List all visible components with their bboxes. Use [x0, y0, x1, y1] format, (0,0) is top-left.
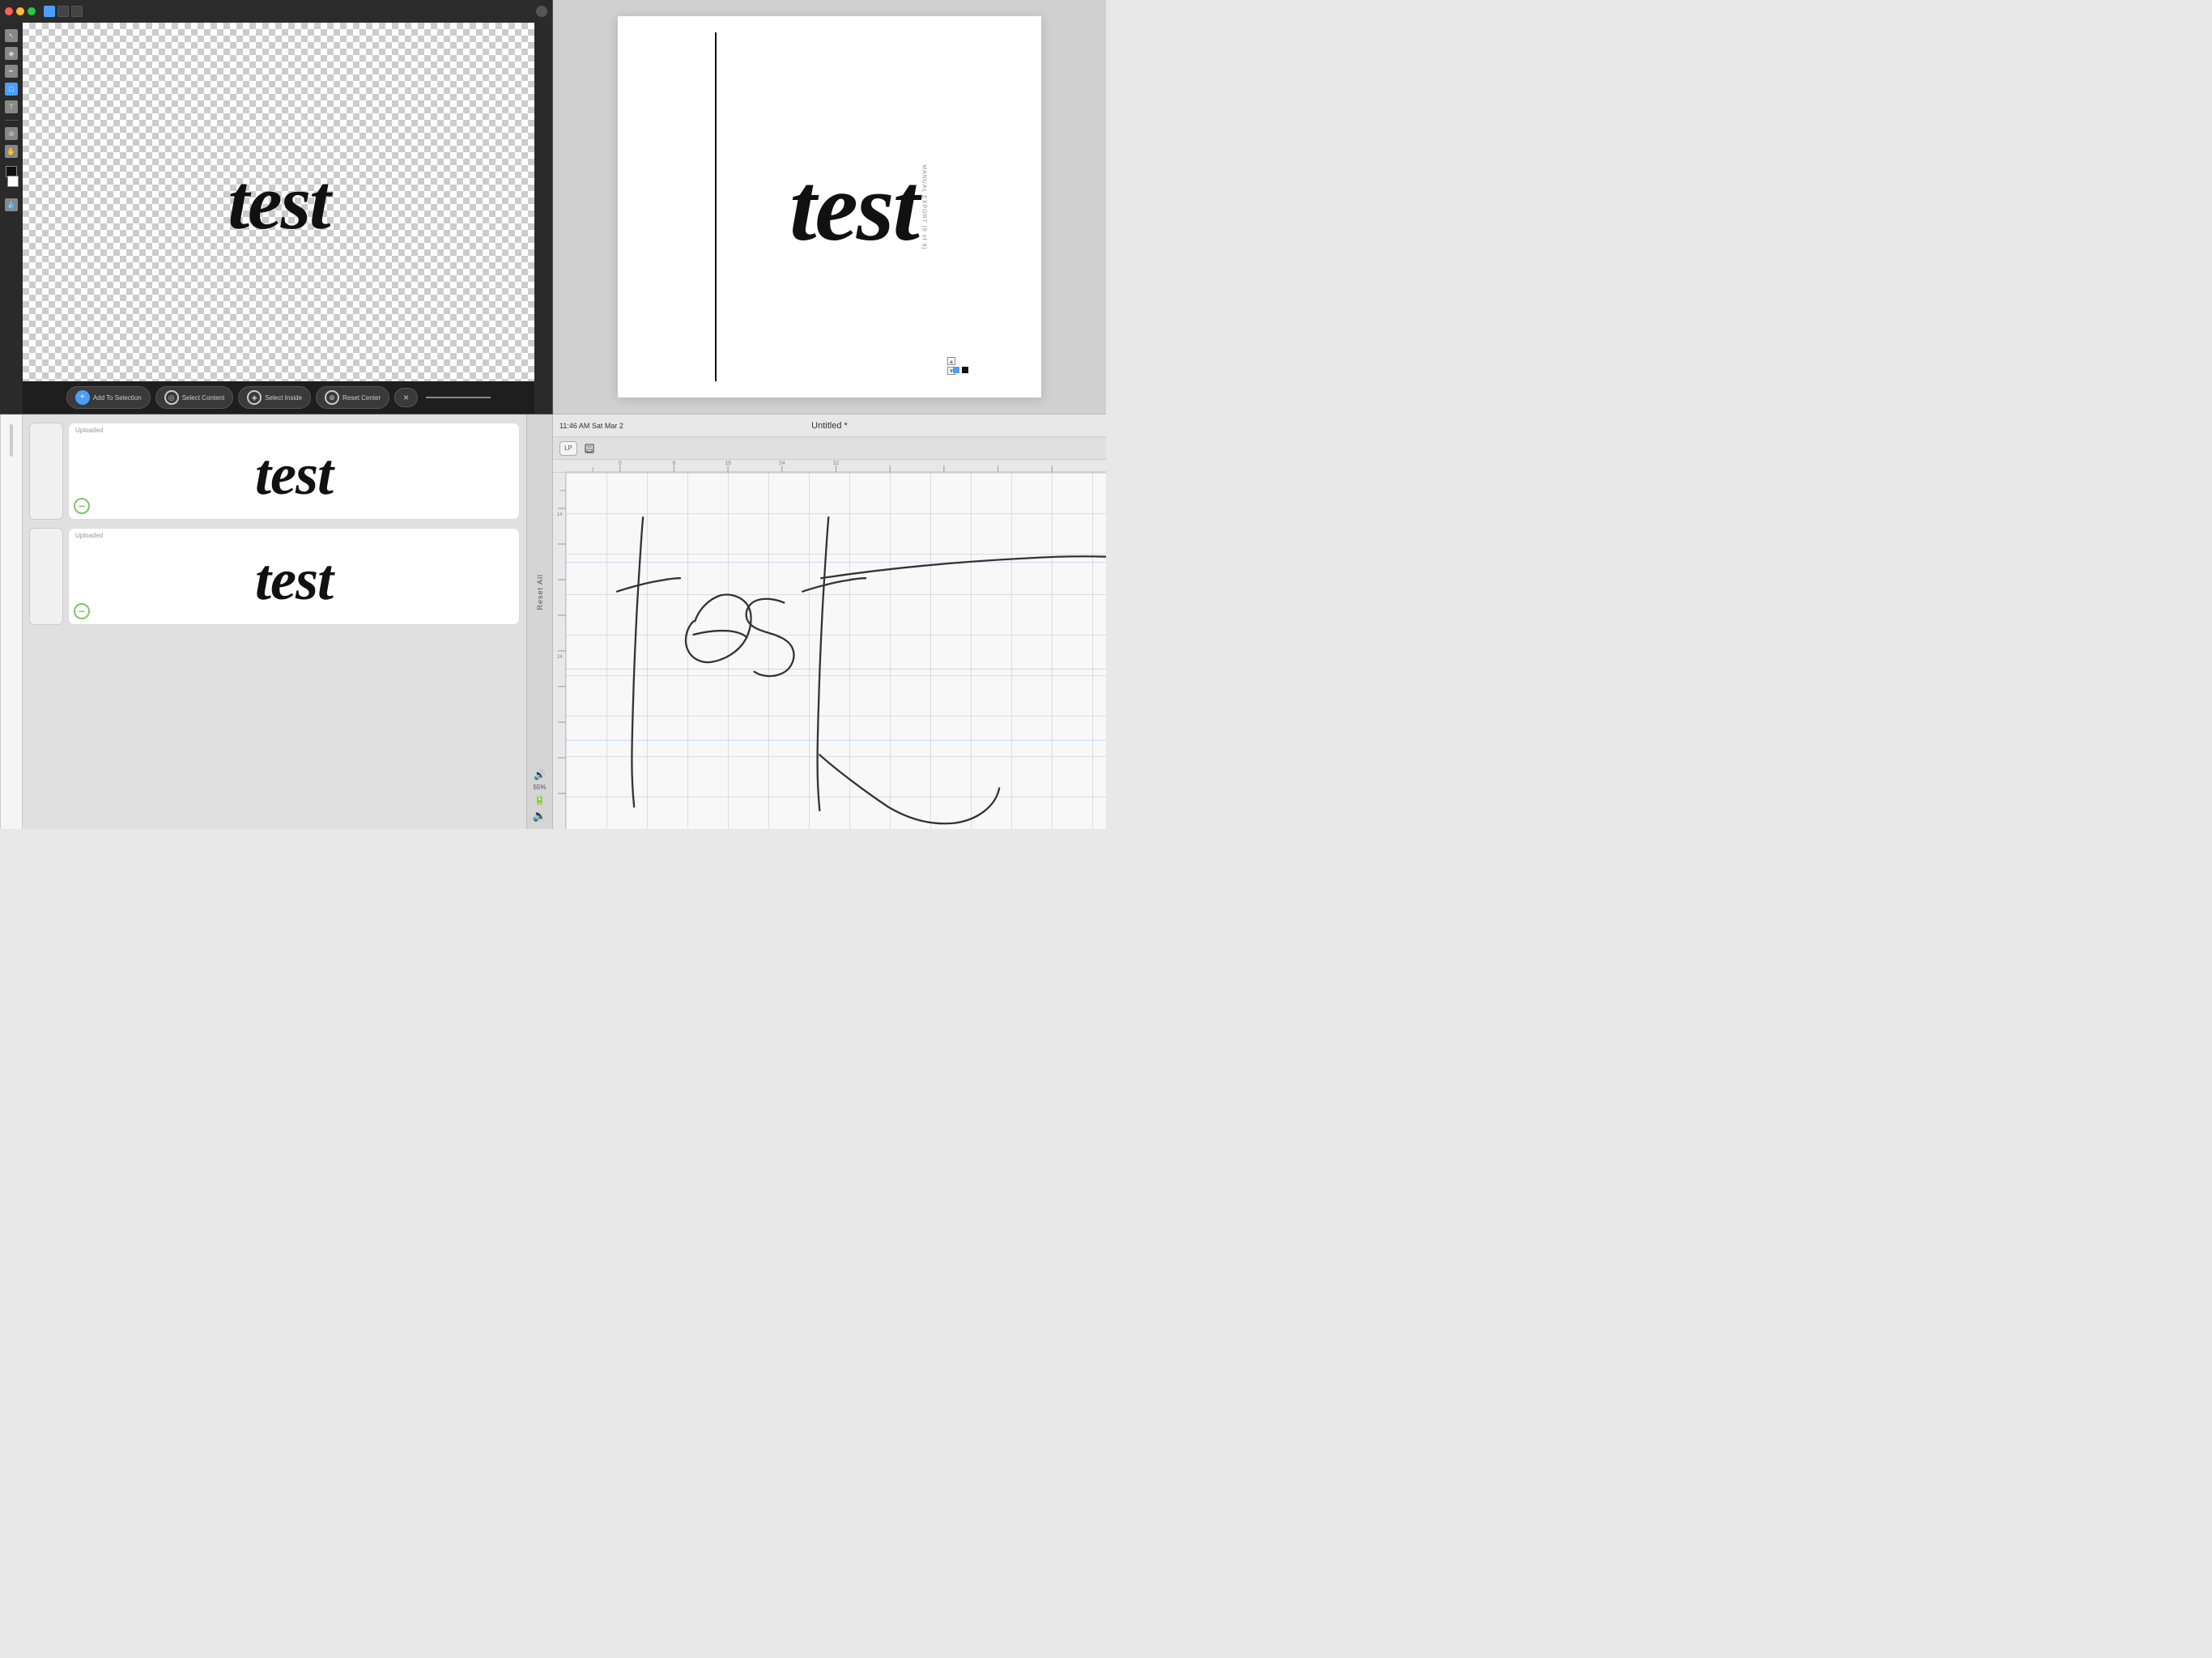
save-icon [584, 443, 595, 454]
side-ruler-svg: 14 24 [553, 473, 566, 829]
select-content-label: Select Content [182, 394, 224, 402]
q1-top-toolbar [0, 0, 552, 23]
export-page: test MANUAL EXPORT (6 of 9) ▲ ▼ [618, 16, 1041, 397]
canvas-text: test [228, 157, 329, 247]
scroll-indicator [10, 424, 13, 457]
remove-glyph-btn-1[interactable]: − [74, 498, 90, 514]
select-content-btn[interactable]: ◎ Select Content [155, 386, 233, 409]
eyedropper-tool-icon[interactable]: 💧 [5, 198, 18, 211]
q4-top-ruler: 0 8 16 24 32 [553, 460, 1106, 473]
svg-text:14: 14 [557, 512, 563, 517]
export-mode-icon[interactable] [71, 6, 83, 17]
ruler-marks-svg: 0 8 16 24 32 [566, 460, 1106, 472]
speaker-icon: 🔊 [534, 769, 546, 780]
glyph-side-1 [29, 423, 63, 520]
select-content-icon: ◎ [164, 390, 179, 405]
export-preview-panel: test MANUAL EXPORT (6 of 9) ▲ ▼ [553, 0, 1106, 414]
toolbar-divider [5, 120, 18, 121]
font-editor-panel: 11:46 AM Sat Mar 2 Untitled * LP 0 8 [553, 414, 1106, 829]
view-mode-icon[interactable] [44, 6, 55, 17]
glyph-text-2: test [255, 551, 333, 609]
export-text: test [789, 151, 918, 263]
svg-text:24: 24 [557, 655, 563, 660]
node-tool-icon[interactable]: ◆ [5, 47, 18, 60]
select-inside-btn[interactable]: ◈ Select Inside [238, 386, 311, 409]
battery-icon: 🔋 [534, 794, 546, 806]
move-tool-icon[interactable]: ↖ [5, 29, 18, 42]
glyph-card-2[interactable]: Uploaded test − [68, 528, 520, 625]
q1-bottom-toolbar: + Add To Selection ◎ Select Content ◈ Se… [23, 381, 534, 414]
battery-percentage: 55% [533, 784, 546, 791]
view-tool-icon[interactable]: ✋ [5, 145, 18, 158]
glyph-side-2 [29, 528, 63, 625]
speaker-muted-icon[interactable]: 🔈 [533, 809, 547, 823]
glyph-label-2: Uploaded [75, 532, 103, 539]
q1-canvas[interactable]: test [23, 23, 534, 381]
glyph-card-1[interactable]: Uploaded test − [68, 423, 520, 520]
pen-tool-icon[interactable]: ✒ [5, 65, 18, 78]
q3-right-sidebar: Reset All 🔊 55% 🔋 🔈 [526, 414, 552, 829]
select-inside-icon: ◈ [247, 390, 262, 405]
glyph-row-1: Uploaded test − [29, 423, 520, 520]
q3-side-scroll-tab [0, 414, 23, 829]
pixel-mode-icon[interactable] [57, 6, 69, 17]
reset-center-icon: ⊕ [325, 390, 339, 405]
affinity-designer-panel: ↖ ◆ ✒ □ T ⊕ ✋ 💧 test [0, 0, 553, 414]
save-button[interactable] [582, 441, 597, 456]
more-options-btn[interactable]: × [394, 388, 418, 407]
close-button[interactable] [5, 7, 13, 15]
glyph-editor-svg [566, 473, 1106, 829]
system-icons: 🔊 55% 🔋 🔈 [533, 769, 547, 823]
svg-text:24: 24 [779, 461, 785, 466]
svg-text:32: 32 [833, 461, 840, 466]
lp-button[interactable]: LP [559, 441, 577, 456]
glyph-text-1: test [255, 445, 333, 504]
export-page-label: MANUAL EXPORT (6 of 9) [921, 164, 927, 250]
status-time: 11:46 AM Sat Mar 2 [559, 422, 623, 430]
q3-main-area: Uploaded test − Uploaded test − Reset Al… [0, 414, 552, 829]
glyph-panel: Uploaded test − Uploaded test − Reset Al… [0, 414, 553, 829]
select-inside-label: Select Inside [265, 394, 302, 402]
shape-tool-icon[interactable]: □ [5, 83, 18, 96]
corner-indicator [953, 367, 968, 373]
glyph-label-1: Uploaded [75, 427, 103, 434]
page-divider-line [715, 32, 717, 381]
text-tool-icon[interactable]: T [5, 100, 18, 113]
q3-content-area: Uploaded test − Uploaded test − [23, 414, 526, 829]
reset-all-btn[interactable]: Reset All [536, 574, 544, 610]
remove-glyph-btn-2[interactable]: − [74, 603, 90, 619]
q1-options-icon[interactable] [536, 6, 547, 17]
add-to-selection-label: Add To Selection [93, 394, 142, 402]
status-bar: 11:46 AM Sat Mar 2 [553, 414, 630, 437]
q4-app-toolbar: LP [553, 437, 1106, 460]
svg-text:0: 0 [619, 461, 622, 466]
svg-text:16: 16 [725, 461, 731, 466]
bottom-progress-bar [426, 397, 491, 398]
add-icon: + [75, 390, 90, 405]
q4-side-ruler: 14 24 [553, 473, 566, 829]
zoom-tool-icon[interactable]: ⊕ [5, 127, 18, 140]
q4-titlebar: 11:46 AM Sat Mar 2 Untitled * [553, 414, 1106, 437]
add-to-selection-btn[interactable]: + Add To Selection [66, 386, 151, 409]
q1-left-toolbar: ↖ ◆ ✒ □ T ⊕ ✋ 💧 [0, 23, 23, 414]
maximize-button[interactable] [28, 7, 36, 15]
reset-center-btn[interactable]: ⊕ Reset Center [316, 386, 389, 409]
minimize-button[interactable] [16, 7, 24, 15]
blue-indicator [953, 367, 959, 373]
document-title: Untitled * [811, 421, 848, 431]
reset-center-label: Reset Center [342, 394, 381, 402]
glyph-row-2: Uploaded test − [29, 528, 520, 625]
prev-page-btn[interactable]: ▲ [947, 357, 955, 365]
reset-all-container: Reset All [536, 421, 544, 763]
black-indicator [962, 367, 968, 373]
stroke-color-swatch[interactable] [7, 176, 19, 187]
svg-text:8: 8 [672, 461, 675, 466]
q4-canvas-area[interactable]: 14 24 [553, 473, 1106, 829]
q1-right-panel [534, 23, 552, 414]
